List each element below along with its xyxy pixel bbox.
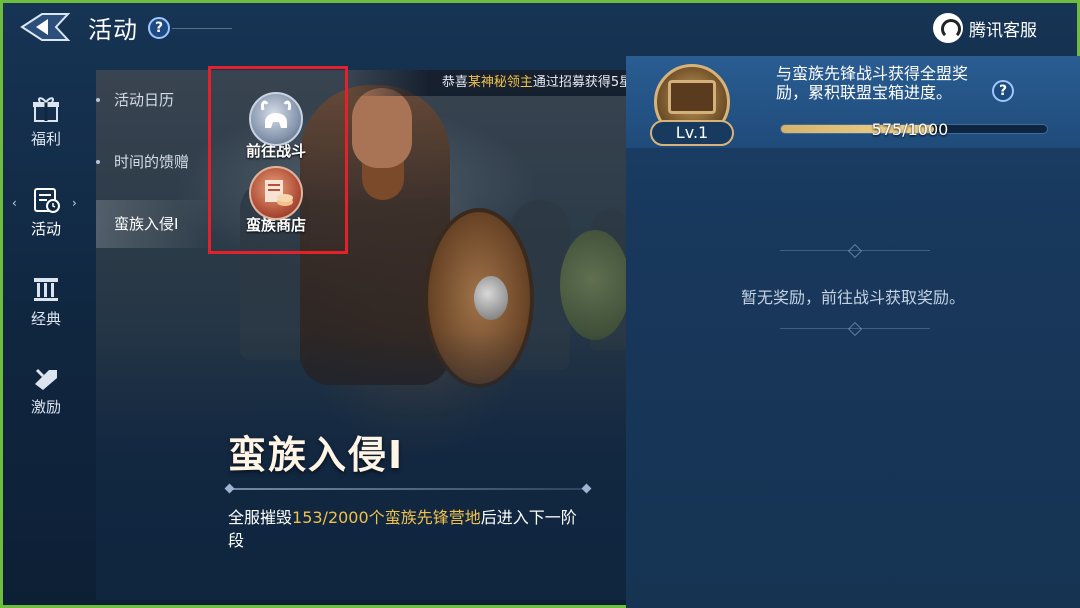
nav-item-incentive[interactable]: 激励	[18, 362, 74, 432]
ornament-divider	[780, 250, 930, 251]
empty-reward-message: 暂无奖励，前往战斗获取奖励。	[740, 288, 965, 307]
chest-level-badge: Lv.1	[650, 120, 734, 146]
submenu-label: 蛮族入侵I	[114, 215, 179, 233]
submenu-label: 活动日历	[114, 91, 175, 109]
ticker-prefix: 恭喜	[441, 75, 468, 90]
desc-mid: 个	[368, 508, 385, 527]
green-shield	[560, 230, 630, 340]
nav-label: 福利	[30, 130, 61, 148]
nav-label: 经典	[30, 310, 61, 328]
title-divider	[172, 28, 232, 29]
warrior-head	[352, 88, 412, 168]
nav-item-activity[interactable]: 活动	[18, 184, 74, 254]
nav-item-classic[interactable]: 经典	[18, 274, 74, 344]
nav-right-arrow-icon: ›	[72, 196, 77, 210]
bullet-icon	[96, 98, 100, 102]
shield-boss	[474, 276, 508, 320]
chest-icon	[668, 80, 716, 114]
progress-text: 575/1000	[871, 120, 949, 139]
submenu-item-gift-of-time[interactable]: 时间的馈赠	[96, 138, 208, 186]
calendar-icon	[34, 188, 60, 213]
event-title: 蛮族入侵I	[228, 433, 405, 477]
help-icon[interactable]: ?	[148, 17, 170, 39]
barbarian-shop-button[interactable]: 蛮族商店	[226, 166, 326, 235]
shop-icon	[249, 166, 303, 220]
nav-item-welfare[interactable]: 福利	[18, 94, 74, 164]
helmet-icon	[249, 92, 303, 146]
page-title: 活动	[88, 16, 138, 44]
desc-count: 153/2000	[292, 508, 369, 527]
desc-target: 蛮族先锋营地	[384, 508, 481, 527]
title-divider	[228, 488, 588, 490]
help-icon[interactable]: ?	[992, 80, 1014, 102]
desc-prefix: 全服摧毁	[228, 508, 293, 527]
gift-icon	[33, 97, 59, 122]
submenu-item-calendar[interactable]: 活动日历	[96, 76, 208, 124]
submenu-item-barbarian-invasion[interactable]: 蛮族入侵I	[96, 200, 208, 248]
go-battle-button[interactable]: 前往战斗	[226, 92, 326, 161]
submenu-label: 时间的馈赠	[114, 153, 190, 171]
headset-icon	[933, 13, 963, 43]
ticker-player-name: 某神秘领主	[467, 75, 533, 90]
back-button[interactable]	[18, 10, 74, 44]
event-description: 全服摧毁153/2000个蛮族先锋营地后进入下一阶段	[228, 506, 588, 552]
reward-description: 与蛮族先锋战斗获得全盟奖励，累积联盟宝箱进度。	[776, 64, 969, 102]
customer-service-label: 腾讯客服	[969, 20, 1037, 41]
nav-label: 激励	[30, 398, 61, 416]
nav-left-arrow-icon: ‹	[12, 196, 17, 210]
horn-icon	[35, 368, 57, 390]
back-arrow-icon	[20, 13, 71, 41]
top-bar: 活动 ? 腾讯客服	[0, 0, 1080, 56]
ornament-divider	[780, 328, 930, 329]
customer-service-button[interactable]: 腾讯客服	[933, 12, 1037, 44]
nav-label: 活动	[30, 220, 61, 238]
bullet-icon	[96, 160, 100, 164]
column-icon	[34, 278, 58, 301]
